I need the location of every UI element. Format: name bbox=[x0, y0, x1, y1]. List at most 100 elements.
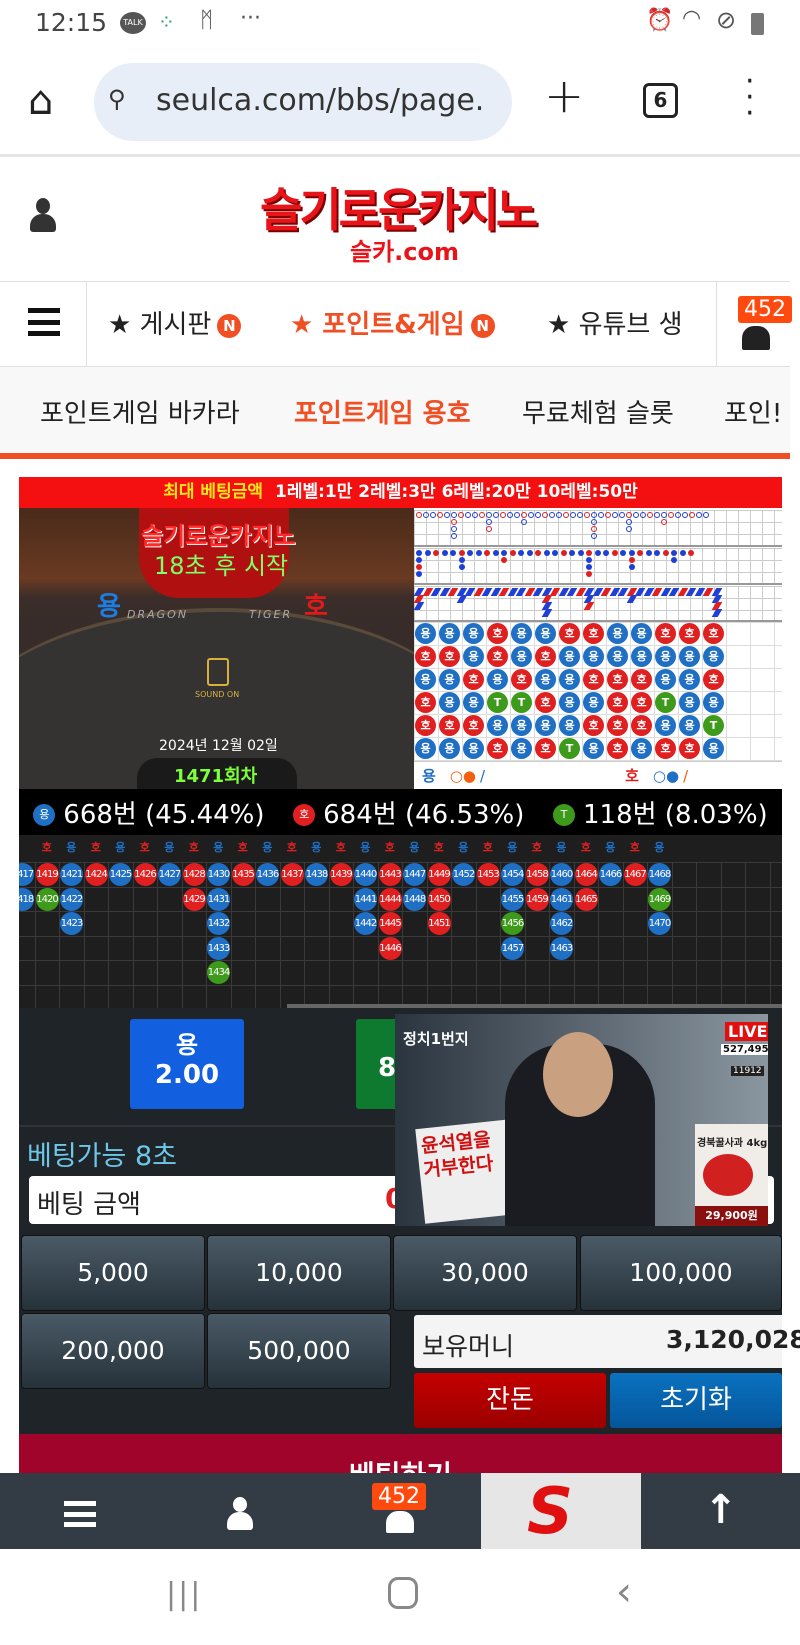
big-road-grid: 용용용호용용호호용용호호호호호용호용호용용용용용용용용용호용호용용호호호용용호호… bbox=[414, 622, 782, 761]
sound-on-label[interactable]: SOUND ON bbox=[195, 690, 239, 699]
road-mark bbox=[416, 550, 422, 556]
game-date: 2024년 12월 02일 bbox=[159, 738, 278, 754]
scroll-top-arrow-icon[interactable]: ↑ bbox=[704, 1487, 738, 1533]
road-mark bbox=[501, 557, 507, 563]
road-mark bbox=[518, 550, 524, 556]
road-mark bbox=[586, 564, 592, 570]
big-road-bead: 용 bbox=[559, 646, 580, 667]
road-mark bbox=[586, 571, 592, 577]
game-video[interactable]: 슬기로운카지노 18초 후 시작 용 호 DRAGON TIGER SOUND … bbox=[19, 508, 414, 789]
bet-amount-label: 베팅 금액 bbox=[37, 1190, 141, 1220]
bet-odds: 8 bbox=[378, 1053, 397, 1083]
site-logo[interactable]: 슬기로운카지노 bbox=[260, 174, 538, 240]
menu-dots-icon[interactable]: · · · bbox=[745, 67, 755, 129]
big-road-bead: 호 bbox=[607, 738, 628, 759]
road-mark bbox=[486, 519, 492, 525]
site-logo-domain[interactable]: 슬카.com bbox=[350, 232, 459, 267]
reset-button[interactable]: 초기화 bbox=[610, 1373, 782, 1428]
bead-result: 1469 bbox=[648, 887, 671, 911]
tab-count-button[interactable]: 6 bbox=[643, 83, 678, 118]
big-road-bead: T bbox=[559, 738, 580, 759]
big-road-bead: 용 bbox=[703, 646, 724, 667]
road-mark bbox=[486, 512, 492, 518]
road-mark bbox=[450, 550, 456, 556]
home-button-icon[interactable] bbox=[388, 1577, 418, 1609]
subnav-more[interactable]: 포인! bbox=[724, 393, 790, 430]
big-road-bead: 용 bbox=[607, 646, 628, 667]
notification-bell-icon[interactable] bbox=[742, 326, 770, 350]
big-road-bead: 호 bbox=[703, 623, 724, 644]
sound-on-icon[interactable] bbox=[207, 658, 229, 686]
change-button[interactable]: 잔돈 bbox=[414, 1373, 606, 1428]
road-mark bbox=[456, 595, 467, 603]
chip-button[interactable]: 30,000 bbox=[393, 1235, 577, 1311]
subnav-free-slot[interactable]: 무료체험 슬롯 bbox=[522, 393, 674, 430]
road-mark bbox=[416, 557, 422, 563]
subnav-baccarat[interactable]: 포인트게임 바카라 bbox=[40, 393, 240, 430]
chip-button[interactable]: 10,000 bbox=[207, 1235, 391, 1311]
recent-apps-icon[interactable]: ||| bbox=[166, 1577, 202, 1612]
big-road-bead: 용 bbox=[463, 646, 484, 667]
nav-item-board[interactable]: ★ 게시판 N bbox=[108, 304, 242, 341]
bead-result: 1419 bbox=[35, 863, 59, 886]
nav-item-point-game[interactable]: ★ 포인트&게임 N bbox=[290, 304, 495, 341]
road-legend: 용 ○● / 호 ○● / bbox=[414, 761, 782, 789]
site-settings-icon[interactable]: ⚲ bbox=[108, 85, 126, 113]
browser-toolbar: ⌂ ⚲ seulca.com/bbs/page. + 6 · · · bbox=[0, 50, 800, 157]
user-icon[interactable] bbox=[227, 1497, 253, 1531]
new-tab-icon[interactable]: + bbox=[544, 68, 584, 124]
chip-button[interactable]: 5,000 bbox=[21, 1235, 205, 1311]
bead-result: 1452 bbox=[452, 863, 475, 886]
user-icon[interactable] bbox=[30, 198, 56, 232]
banner-label: 최대 베팅금액 bbox=[163, 482, 263, 502]
big-road-bead: 호 bbox=[439, 646, 460, 667]
bead-header: 호 bbox=[90, 841, 101, 854]
bead-result: 1465 bbox=[574, 887, 598, 911]
big-road-bead: 용 bbox=[511, 738, 532, 759]
chip-button[interactable]: 200,000 bbox=[21, 1313, 205, 1389]
back-icon[interactable]: ‹ bbox=[616, 1569, 632, 1615]
notification-bell-icon[interactable] bbox=[386, 1511, 414, 1533]
road-mark bbox=[465, 512, 471, 518]
road-mark bbox=[556, 512, 562, 518]
road-mark bbox=[441, 550, 448, 556]
chip-button[interactable]: 100,000 bbox=[580, 1235, 782, 1311]
big-road-bead: 용 bbox=[631, 646, 652, 667]
big-road-bead: 호 bbox=[607, 692, 628, 713]
bet-dragon-button[interactable]: 용 2.00 bbox=[130, 1019, 244, 1109]
menu-icon[interactable] bbox=[64, 1501, 96, 1527]
dragon-dot: 용 bbox=[33, 804, 56, 826]
road-mark bbox=[451, 526, 457, 532]
road-mark bbox=[591, 526, 597, 532]
site-s-logo[interactable]: S bbox=[481, 1473, 641, 1549]
bet-odds: 2.00 bbox=[154, 1060, 220, 1090]
bottom-nav: 452 S ↑ bbox=[0, 1473, 800, 1549]
subnav-dragon-tiger[interactable]: 포인트게임 용호 bbox=[294, 393, 471, 430]
big-road-bead: 호 bbox=[535, 692, 556, 713]
chip-button[interactable]: 500,000 bbox=[207, 1313, 391, 1389]
floating-video-player[interactable]: 정치1번지 윤석열을 거부한다 LIVE 527,495 11912 경북꿀사과… bbox=[395, 1014, 768, 1226]
big-road-bead: 용 bbox=[439, 738, 460, 759]
big-road-bead: 용 bbox=[439, 623, 460, 644]
home-icon[interactable]: ⌂ bbox=[28, 78, 53, 124]
bead-header: 호 bbox=[41, 841, 52, 854]
road-mark bbox=[591, 519, 597, 525]
bead-header: 용 bbox=[409, 841, 420, 854]
hamburger-icon[interactable] bbox=[28, 308, 60, 336]
road-mark bbox=[577, 512, 583, 518]
nav-item-youtube[interactable]: ★ 유튜브 생 bbox=[547, 304, 683, 341]
big-road-bead: 용 bbox=[679, 646, 700, 667]
road-mark bbox=[451, 512, 457, 518]
big-road-bead: 용 bbox=[631, 738, 652, 759]
address-bar[interactable]: ⚲ seulca.com/bbs/page. bbox=[94, 63, 512, 141]
road-mark bbox=[569, 550, 575, 556]
ad-banner[interactable]: 경북꿀사과 4kg 29,900원 bbox=[695, 1124, 768, 1226]
roadmap-panel: 용용용호용용호호용용호호호호호용호용호용용용용용용용용용호용호용용호호호용용호호… bbox=[413, 508, 782, 789]
big-road-bead: 용 bbox=[487, 669, 508, 690]
stat-dragon: 용 668번 (45.44%) bbox=[33, 794, 265, 831]
big-road-bead: 용 bbox=[679, 669, 700, 690]
betting-timer: 베팅가능 8초 bbox=[27, 1141, 177, 1172]
url-text[interactable]: seulca.com/bbs/page. bbox=[156, 83, 484, 118]
road-mark bbox=[528, 512, 534, 518]
big-road-bead: 용 bbox=[511, 646, 532, 667]
